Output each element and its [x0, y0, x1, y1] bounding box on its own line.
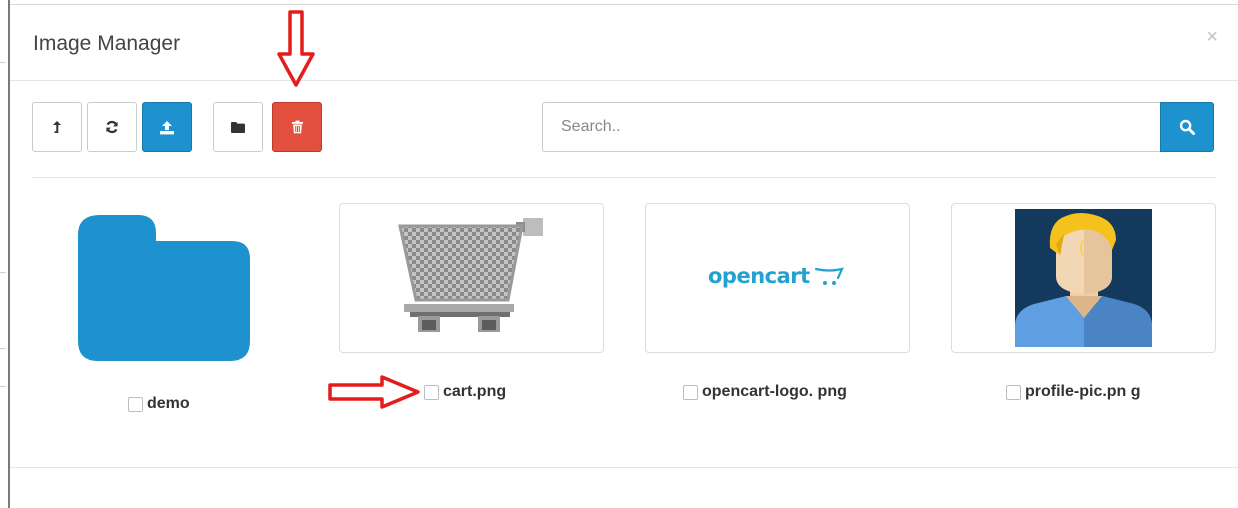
new-folder-button[interactable] [213, 102, 263, 152]
level-up-icon [53, 121, 61, 133]
search-icon [1179, 119, 1195, 135]
search-group [542, 102, 1214, 152]
image-thumbnail-profile-pic[interactable] [951, 203, 1216, 353]
modal-footer-divider [10, 467, 1238, 468]
delete-button[interactable] [272, 102, 322, 152]
item-name: cart.png [443, 383, 507, 400]
refresh-button[interactable] [87, 102, 137, 152]
cart-mark-icon [814, 267, 844, 285]
item-label-profile-pic: profile-pic.pn g [1006, 383, 1141, 401]
folder-icon [231, 121, 245, 133]
image-thumbnail-opencart-logo[interactable]: opencart [645, 203, 910, 353]
folder-thumbnail-demo[interactable] [76, 213, 252, 363]
image-thumbnail-cart[interactable] [339, 203, 604, 353]
shopping-cart-icon [398, 218, 543, 332]
item-checkbox[interactable] [128, 396, 143, 412]
item-checkbox[interactable] [683, 384, 698, 400]
toolbar-divider [32, 177, 1216, 178]
item-name: profile-pic.pn g [1025, 383, 1141, 400]
item-label-demo: demo [128, 395, 190, 413]
item-name: opencart-logo. png [702, 383, 847, 400]
opencart-logo: opencart [708, 264, 845, 288]
search-button[interactable] [1160, 102, 1214, 152]
modal-title: Image Manager [33, 32, 181, 55]
search-input[interactable] [542, 102, 1160, 152]
upload-icon [160, 120, 174, 134]
item-label-opencart-logo: opencart-logo. png [683, 383, 847, 401]
item-name: demo [147, 395, 190, 412]
item-label-cart: cart.png [424, 383, 506, 401]
image-manager-modal: Image Manager × Search.. demo cart.png o… [10, 4, 1238, 508]
trash-icon [291, 120, 303, 134]
folder-icon [78, 215, 250, 361]
avatar-icon [1015, 209, 1152, 347]
close-icon[interactable]: × [1206, 27, 1218, 47]
background-window-edge [0, 0, 10, 508]
upload-button[interactable] [142, 102, 192, 152]
item-checkbox[interactable] [1006, 384, 1021, 400]
item-checkbox[interactable] [424, 384, 439, 400]
logo-text: opencart [708, 264, 810, 288]
modal-header: Image Manager × [10, 5, 1238, 81]
refresh-icon [106, 120, 118, 134]
parent-directory-button[interactable] [32, 102, 82, 152]
